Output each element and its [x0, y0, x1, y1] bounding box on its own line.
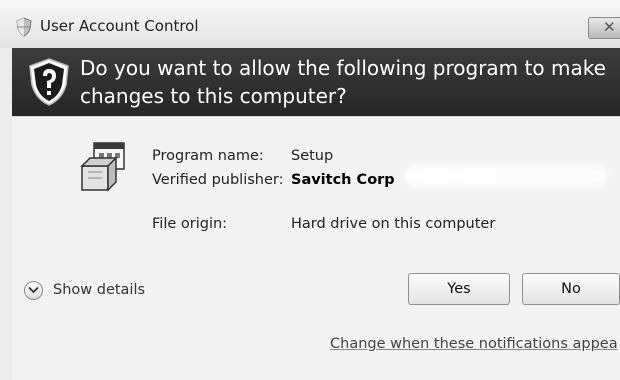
uac-dialog: User Account Control ✕ Do you want to al… [0, 0, 620, 380]
yes-button[interactable]: Yes [408, 273, 510, 305]
dialog-body: Program name: Setup Verified publisher: … [12, 116, 620, 380]
show-details-toggle[interactable]: Show details [24, 279, 145, 301]
uac-shield-icon [29, 58, 69, 106]
publisher-label: Verified publisher: [152, 172, 284, 188]
file-origin-value: Hard drive on this computer [291, 216, 496, 232]
question-banner: Do you want to allow the following progr… [12, 48, 620, 116]
banner-question: Do you want to allow the following progr… [80, 56, 606, 108]
close-icon: ✕ [603, 18, 616, 36]
show-details-label: Show details [53, 282, 146, 298]
installer-box-icon [80, 142, 125, 192]
uac-shield-small-icon [16, 17, 32, 37]
title-bar: User Account Control ✕ [0, 0, 620, 48]
no-button[interactable]: No [522, 273, 620, 305]
redaction-smear [404, 166, 608, 186]
change-notifications-link[interactable]: Change when these notifications appea [330, 336, 620, 352]
program-name-value: Setup [291, 148, 334, 164]
close-button[interactable]: ✕ [588, 17, 620, 39]
divider [12, 116, 620, 117]
publisher-value: Savitch Corp [291, 172, 395, 188]
program-name-label: Program name: [152, 148, 264, 164]
window-title: User Account Control [40, 17, 199, 35]
file-origin-label: File origin: [152, 216, 228, 232]
chevron-down-icon [24, 280, 43, 300]
